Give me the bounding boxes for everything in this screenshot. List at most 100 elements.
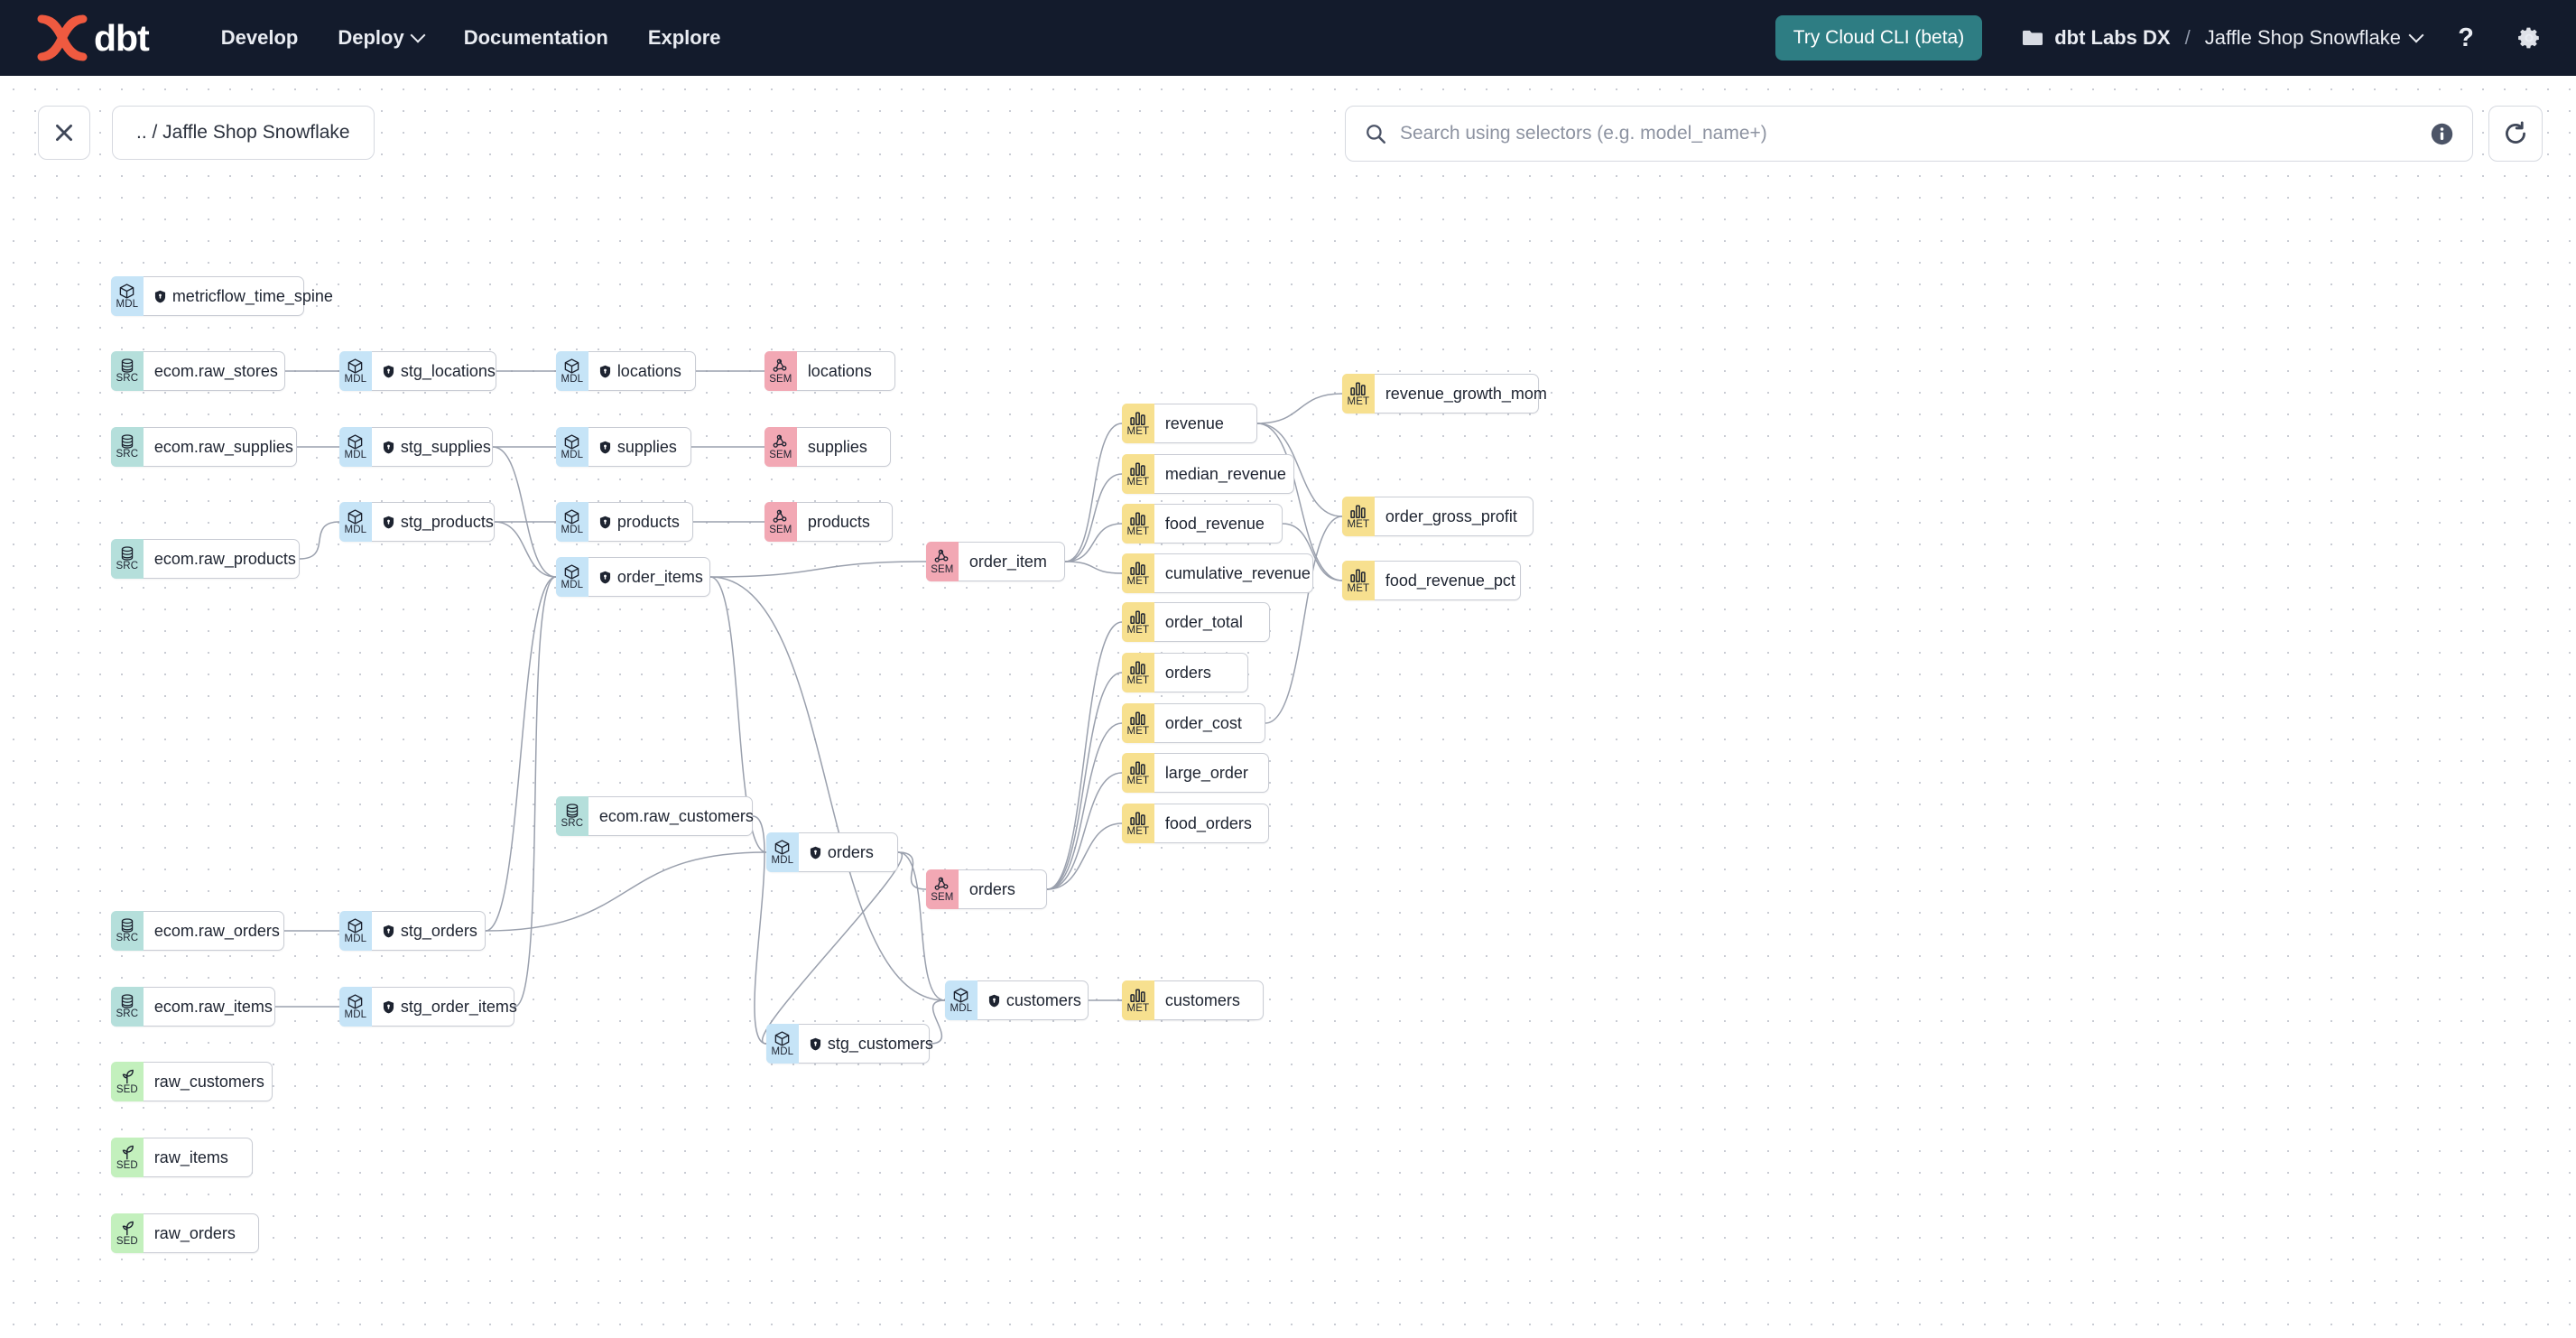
node-type-label: MET [1126,674,1150,686]
lineage-node-locations[interactable]: MDL locations [555,350,696,391]
lineage-canvas[interactable]: MDL metricflow_time_spine SRC ecom.raw_stor… [0,76,2576,1338]
sprout-icon: SED [110,1137,144,1177]
node-label: stg_locations [372,352,509,390]
lineage-node-customers_mdl[interactable]: MDL customers [944,980,1089,1020]
node-label: locations [588,352,695,390]
lineage-edge [1064,473,1123,562]
node-type-label: SED [116,1083,138,1095]
lineage-node-stg_orders[interactable]: MDL stg_orders [338,910,486,951]
lineage-node-raw_orders[interactable]: SED raw_orders [110,1213,259,1253]
database-icon: SRC [555,795,588,836]
node-type-label: MET [1126,624,1150,636]
lineage-node-ecom.raw_customers[interactable]: SRC ecom.raw_customers [555,795,754,836]
node-label: stg_products [372,503,507,541]
refresh-graph-button[interactable] [2488,106,2543,162]
nav-link-documentation[interactable]: Documentation [444,17,628,59]
search-input[interactable] [1400,123,2430,144]
cube-icon: MDL [944,980,978,1020]
node-label: customers [1164,990,1240,1009]
node-label: order_cost [1164,713,1242,732]
lineage-node-orders_mdl[interactable]: MDL orders [765,832,898,872]
lineage-node-ecom.raw_supplies[interactable]: SRC ecom.raw_supplies [110,426,297,467]
node-type-label: SED [116,1159,138,1171]
lineage-node-revenue[interactable]: MET revenue [1121,403,1257,443]
lineage-node-locations_sem[interactable]: SEM locations [764,350,895,391]
lineage-node-stg_products[interactable]: MDL stg_products [338,501,495,542]
lineage-node-food_revenue[interactable]: MET food_revenue [1121,503,1283,544]
lineage-node-stg_customers[interactable]: MDL stg_customers [765,1023,933,1064]
node-type-label: SEM [769,373,792,385]
lineage-node-ecom.raw_orders[interactable]: SRC ecom.raw_orders [110,910,284,951]
lineage-node-supplies_sem[interactable]: SEM supplies [764,426,891,467]
account-name[interactable]: dbt Labs DX [2054,26,2170,50]
lineage-node-food_revenue_pct[interactable]: MET food_revenue_pct [1341,560,1521,600]
lineage-node-revenue_growth_mom[interactable]: MET revenue_growth_mom [1341,373,1547,413]
lineage-node-ecom.raw_products[interactable]: SRC ecom.raw_products [110,538,300,579]
nav-link-deploy[interactable]: Deploy [318,17,443,59]
node-label: metricflow_time_spine [144,277,347,315]
cube-icon: MDL [338,910,372,951]
refresh-icon [2506,121,2525,144]
lineage-node-large_order[interactable]: MET large_order [1121,752,1269,793]
node-label: raw_customers [153,1072,264,1091]
lineage-node-ecom.raw_items[interactable]: SRC ecom.raw_items [110,986,275,1027]
node-type-label: MET [1126,825,1150,837]
nav-link-develop[interactable]: Develop [201,17,319,59]
lineage-node-stg_locations[interactable]: MDL stg_locations [338,350,496,391]
close-lineage-button[interactable] [38,106,90,160]
lineage-node-customers_met[interactable]: MET customers [1121,980,1264,1020]
lineage-node-stg_order_items[interactable]: MDL stg_order_items [338,986,517,1027]
lineage-edge [1046,722,1123,890]
lineage-node-metricflow_time_spine[interactable]: MDL metricflow_time_spine [110,275,333,316]
help-button[interactable]: ? [2446,18,2486,58]
lineage-node-order_total[interactable]: MET order_total [1121,601,1270,642]
node-type-label: MET [1126,775,1150,786]
node-type-label: MDL [771,854,794,866]
lineage-node-products_sem[interactable]: SEM products [764,501,893,542]
cube-icon: MDL [765,832,799,872]
lineage-node-order_cost[interactable]: MET order_cost [1121,702,1265,743]
node-label: supplies [588,428,690,466]
lineage-node-stg_supplies[interactable]: MDL stg_supplies [338,426,493,467]
sprout-icon: SED [110,1061,144,1101]
node-type-label: SEM [769,449,792,460]
lineage-node-median_revenue[interactable]: MET median_revenue [1121,453,1294,494]
node-label: ecom.raw_stores [153,361,278,380]
brand-wordmark: dbt [94,16,150,59]
lineage-node-orders_sem[interactable]: SEM orders [925,869,1047,909]
database-icon: SRC [110,538,144,579]
lineage-node-supplies[interactable]: MDL supplies [555,426,691,467]
settings-button[interactable] [2509,18,2549,58]
node-type-label: MDL [561,449,584,460]
nav-link-deploy-label: Deploy [338,26,404,49]
lineage-node-food_orders[interactable]: MET food_orders [1121,803,1269,843]
node-label: food_revenue [1164,514,1265,533]
lineage-node-raw_customers[interactable]: SED raw_customers [110,1061,273,1101]
lineage-node-raw_items[interactable]: SED raw_items [110,1137,253,1177]
info-icon[interactable] [2430,122,2454,146]
chevron-down-icon [2411,30,2423,42]
node-label: stg_order_items [372,988,531,1026]
lineage-node-ecom.raw_stores[interactable]: SRC ecom.raw_stores [110,350,285,391]
shield-icon [383,1000,394,1013]
lineage-node-cumulative_revenue[interactable]: MET cumulative_revenue [1121,553,1313,593]
node-type-label: SRC [116,449,139,460]
lineage-node-order_item_sem[interactable]: SEM order_item [925,541,1065,581]
node-type-label: SEM [931,563,954,575]
graph-nodes-icon: SEM [925,869,959,909]
bar-chart-icon: MET [1341,373,1375,413]
lineage-edge [1265,516,1343,724]
lineage-node-order_items[interactable]: MDL order_items [555,556,710,597]
try-cloud-cli-button[interactable]: Try Cloud CLI (beta) [1774,15,1983,60]
project-selector[interactable]: Jaffle Shop Snowflake [2205,26,2423,50]
lineage-node-orders_met[interactable]: MET orders [1121,652,1248,692]
lineage-edge [752,815,767,1045]
lineage-node-order_gross_profit[interactable]: MET order_gross_profit [1341,496,1534,536]
lineage-breadcrumb[interactable]: .. / Jaffle Shop Snowflake [112,106,375,160]
node-type-label: MET [1126,476,1150,488]
nav-link-explore[interactable]: Explore [628,17,741,59]
dbt-brand[interactable]: dbt [36,14,150,61]
top-navbar: dbt Develop Deploy Documentation Explore… [0,0,2576,76]
database-icon: SRC [110,426,144,467]
lineage-node-products[interactable]: MDL products [555,501,693,542]
